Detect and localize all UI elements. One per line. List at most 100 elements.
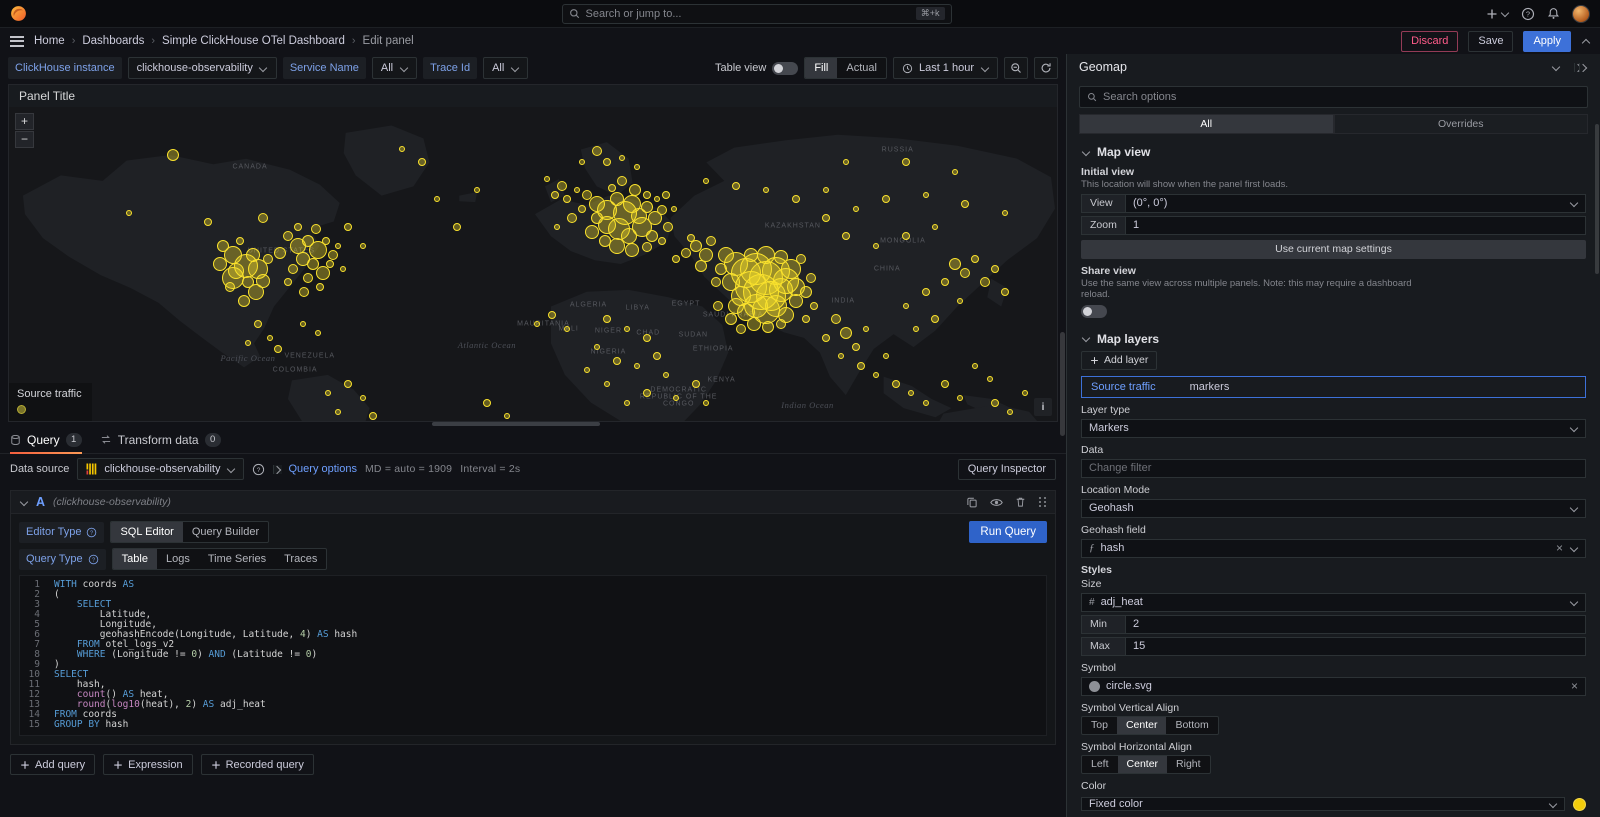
datasource-picker[interactable]: clickhouse-observability bbox=[77, 458, 244, 480]
horizontal-scrollbar[interactable] bbox=[432, 422, 600, 426]
halign-right[interactable]: Right bbox=[1167, 756, 1210, 773]
traffic-marker bbox=[715, 263, 727, 275]
add-layer-button[interactable]: Add layer bbox=[1081, 351, 1157, 370]
options-tab-all[interactable]: All bbox=[1079, 114, 1334, 134]
options-collapse-icon[interactable] bbox=[1551, 63, 1560, 72]
query-inspector-button[interactable]: Query Inspector bbox=[958, 459, 1056, 480]
traffic-marker bbox=[762, 321, 774, 333]
query-builder-option[interactable]: Query Builder bbox=[183, 522, 268, 542]
zoom-input[interactable] bbox=[1125, 216, 1586, 235]
layer-type-select[interactable]: Markers bbox=[1081, 419, 1586, 438]
menu-icon[interactable] bbox=[10, 36, 24, 47]
traffic-marker bbox=[344, 380, 352, 388]
max-input[interactable] bbox=[1125, 637, 1586, 656]
query-type-traces[interactable]: Traces bbox=[275, 549, 326, 569]
panel-title[interactable]: Panel Title bbox=[9, 85, 1057, 107]
options-search[interactable] bbox=[1079, 86, 1588, 108]
layer-name[interactable]: Source traffic bbox=[1091, 381, 1156, 393]
fit-fill-option[interactable]: Fill bbox=[805, 58, 837, 78]
breadcrumb: Home › Dashboards › Simple ClickHouse OT… bbox=[34, 35, 414, 47]
symbol-select[interactable]: circle.svg× bbox=[1081, 677, 1586, 696]
duplicate-query-icon[interactable] bbox=[966, 496, 978, 508]
location-mode-select[interactable]: Geohash bbox=[1081, 499, 1586, 518]
size-field-select[interactable]: #adj_heat bbox=[1081, 593, 1586, 612]
data-filter-select[interactable]: Change filter bbox=[1081, 459, 1586, 478]
trace-id-dropdown[interactable]: All bbox=[483, 57, 528, 79]
use-current-map-settings-button[interactable]: Use current map settings bbox=[1081, 240, 1586, 259]
map-zoom-out-button[interactable]: − bbox=[15, 131, 34, 148]
run-query-button[interactable]: Run Query bbox=[969, 521, 1047, 543]
drag-handle-icon[interactable] bbox=[1038, 497, 1047, 508]
halign-left[interactable]: Left bbox=[1082, 756, 1118, 773]
grafana-logo[interactable] bbox=[10, 5, 27, 22]
save-button[interactable]: Save bbox=[1468, 31, 1513, 52]
options-scrollbar[interactable] bbox=[1595, 124, 1599, 274]
options-expand-right-icon[interactable] bbox=[1574, 63, 1588, 72]
table-view-toggle[interactable] bbox=[772, 62, 798, 75]
query-row-header[interactable]: A (clickhouse-observability) bbox=[11, 491, 1055, 514]
service-name-dropdown[interactable]: All bbox=[372, 57, 417, 79]
traffic-marker bbox=[604, 381, 610, 387]
valign-center[interactable]: Center bbox=[1117, 717, 1167, 734]
traffic-marker bbox=[980, 277, 990, 287]
apply-button[interactable]: Apply bbox=[1523, 31, 1571, 52]
geomap[interactable]: RUSSIACANADAUNITED STATESKAZAKHSTANMONGO… bbox=[9, 107, 1057, 421]
breadcrumb-dashboard-name[interactable]: Simple ClickHouse OTel Dashboard bbox=[162, 35, 345, 47]
map-zoom-in-button[interactable]: + bbox=[15, 113, 34, 130]
tab-transform-data[interactable]: Transform data 0 bbox=[100, 426, 221, 453]
traffic-marker bbox=[853, 206, 859, 212]
vertical-scrollbar[interactable] bbox=[1060, 332, 1065, 436]
halign-center[interactable]: Center bbox=[1118, 756, 1168, 773]
refresh-icon[interactable] bbox=[1034, 57, 1058, 79]
clear-icon[interactable]: × bbox=[1571, 680, 1578, 692]
layer-row-source-traffic[interactable]: Source traffic markers bbox=[1081, 376, 1586, 398]
section-map-layers[interactable]: Map layers bbox=[1081, 331, 1586, 347]
add-icon[interactable] bbox=[1486, 8, 1509, 20]
zoom-out-time-icon[interactable] bbox=[1004, 57, 1028, 79]
datasource-help-icon[interactable]: ? bbox=[252, 463, 265, 476]
query-options-toggle[interactable]: Query options bbox=[273, 463, 356, 475]
options-tab-overrides[interactable]: Overrides bbox=[1334, 114, 1589, 134]
section-map-view[interactable]: Map view bbox=[1081, 144, 1586, 160]
query-type-table[interactable]: Table bbox=[113, 549, 157, 569]
search-input[interactable] bbox=[586, 8, 910, 20]
traffic-marker bbox=[340, 266, 346, 272]
time-range-picker[interactable]: Last 1 hour bbox=[893, 57, 998, 79]
sql-editor-option[interactable]: SQL Editor bbox=[111, 522, 182, 542]
valign-top[interactable]: Top bbox=[1082, 717, 1117, 734]
table-view-label: Table view bbox=[715, 62, 766, 74]
share-view-toggle[interactable] bbox=[1081, 305, 1107, 318]
traffic-marker bbox=[625, 243, 639, 257]
breadcrumb-home[interactable]: Home bbox=[34, 35, 65, 47]
geohash-field-select[interactable]: ƒhash× bbox=[1081, 539, 1586, 558]
add-expression-button[interactable]: Expression bbox=[103, 754, 192, 775]
add-query-button[interactable]: Add query bbox=[10, 754, 95, 775]
avatar[interactable] bbox=[1572, 5, 1590, 23]
options-search-input[interactable] bbox=[1103, 91, 1580, 103]
sql-code[interactable]: 1WITH coords AS2(3 SELECT4 Latitude,5 Lo… bbox=[19, 575, 1047, 736]
query-type-logs[interactable]: Logs bbox=[157, 549, 199, 569]
map-attribution-icon[interactable]: i bbox=[1034, 398, 1052, 416]
collapse-query-icon[interactable] bbox=[19, 498, 28, 507]
clear-icon[interactable]: × bbox=[1556, 542, 1563, 554]
min-input[interactable] bbox=[1125, 615, 1586, 634]
traffic-marker bbox=[591, 212, 603, 224]
global-search[interactable]: ⌘+k bbox=[562, 4, 952, 24]
notifications-icon[interactable] bbox=[1547, 7, 1560, 20]
help-icon[interactable]: ? bbox=[1521, 7, 1535, 21]
color-select[interactable]: Fixed color bbox=[1081, 797, 1565, 811]
collapse-panel-icon[interactable] bbox=[1581, 37, 1590, 46]
valign-bottom[interactable]: Bottom bbox=[1166, 717, 1217, 734]
remove-query-trash-icon[interactable] bbox=[1015, 496, 1026, 508]
traffic-marker bbox=[681, 248, 691, 258]
color-swatch[interactable] bbox=[1573, 798, 1586, 811]
query-type-time-series[interactable]: Time Series bbox=[199, 549, 275, 569]
add-recorded-query-button[interactable]: Recorded query bbox=[201, 754, 314, 775]
fit-actual-option[interactable]: Actual bbox=[837, 58, 886, 78]
hide-response-eye-icon[interactable] bbox=[990, 497, 1003, 508]
breadcrumb-dashboards[interactable]: Dashboards bbox=[82, 35, 144, 47]
view-select[interactable]: (0°, 0°) bbox=[1125, 194, 1586, 213]
instance-dropdown[interactable]: clickhouse-observability bbox=[128, 57, 277, 79]
tab-query[interactable]: Query 1 bbox=[10, 426, 82, 453]
discard-button[interactable]: Discard bbox=[1401, 31, 1458, 52]
